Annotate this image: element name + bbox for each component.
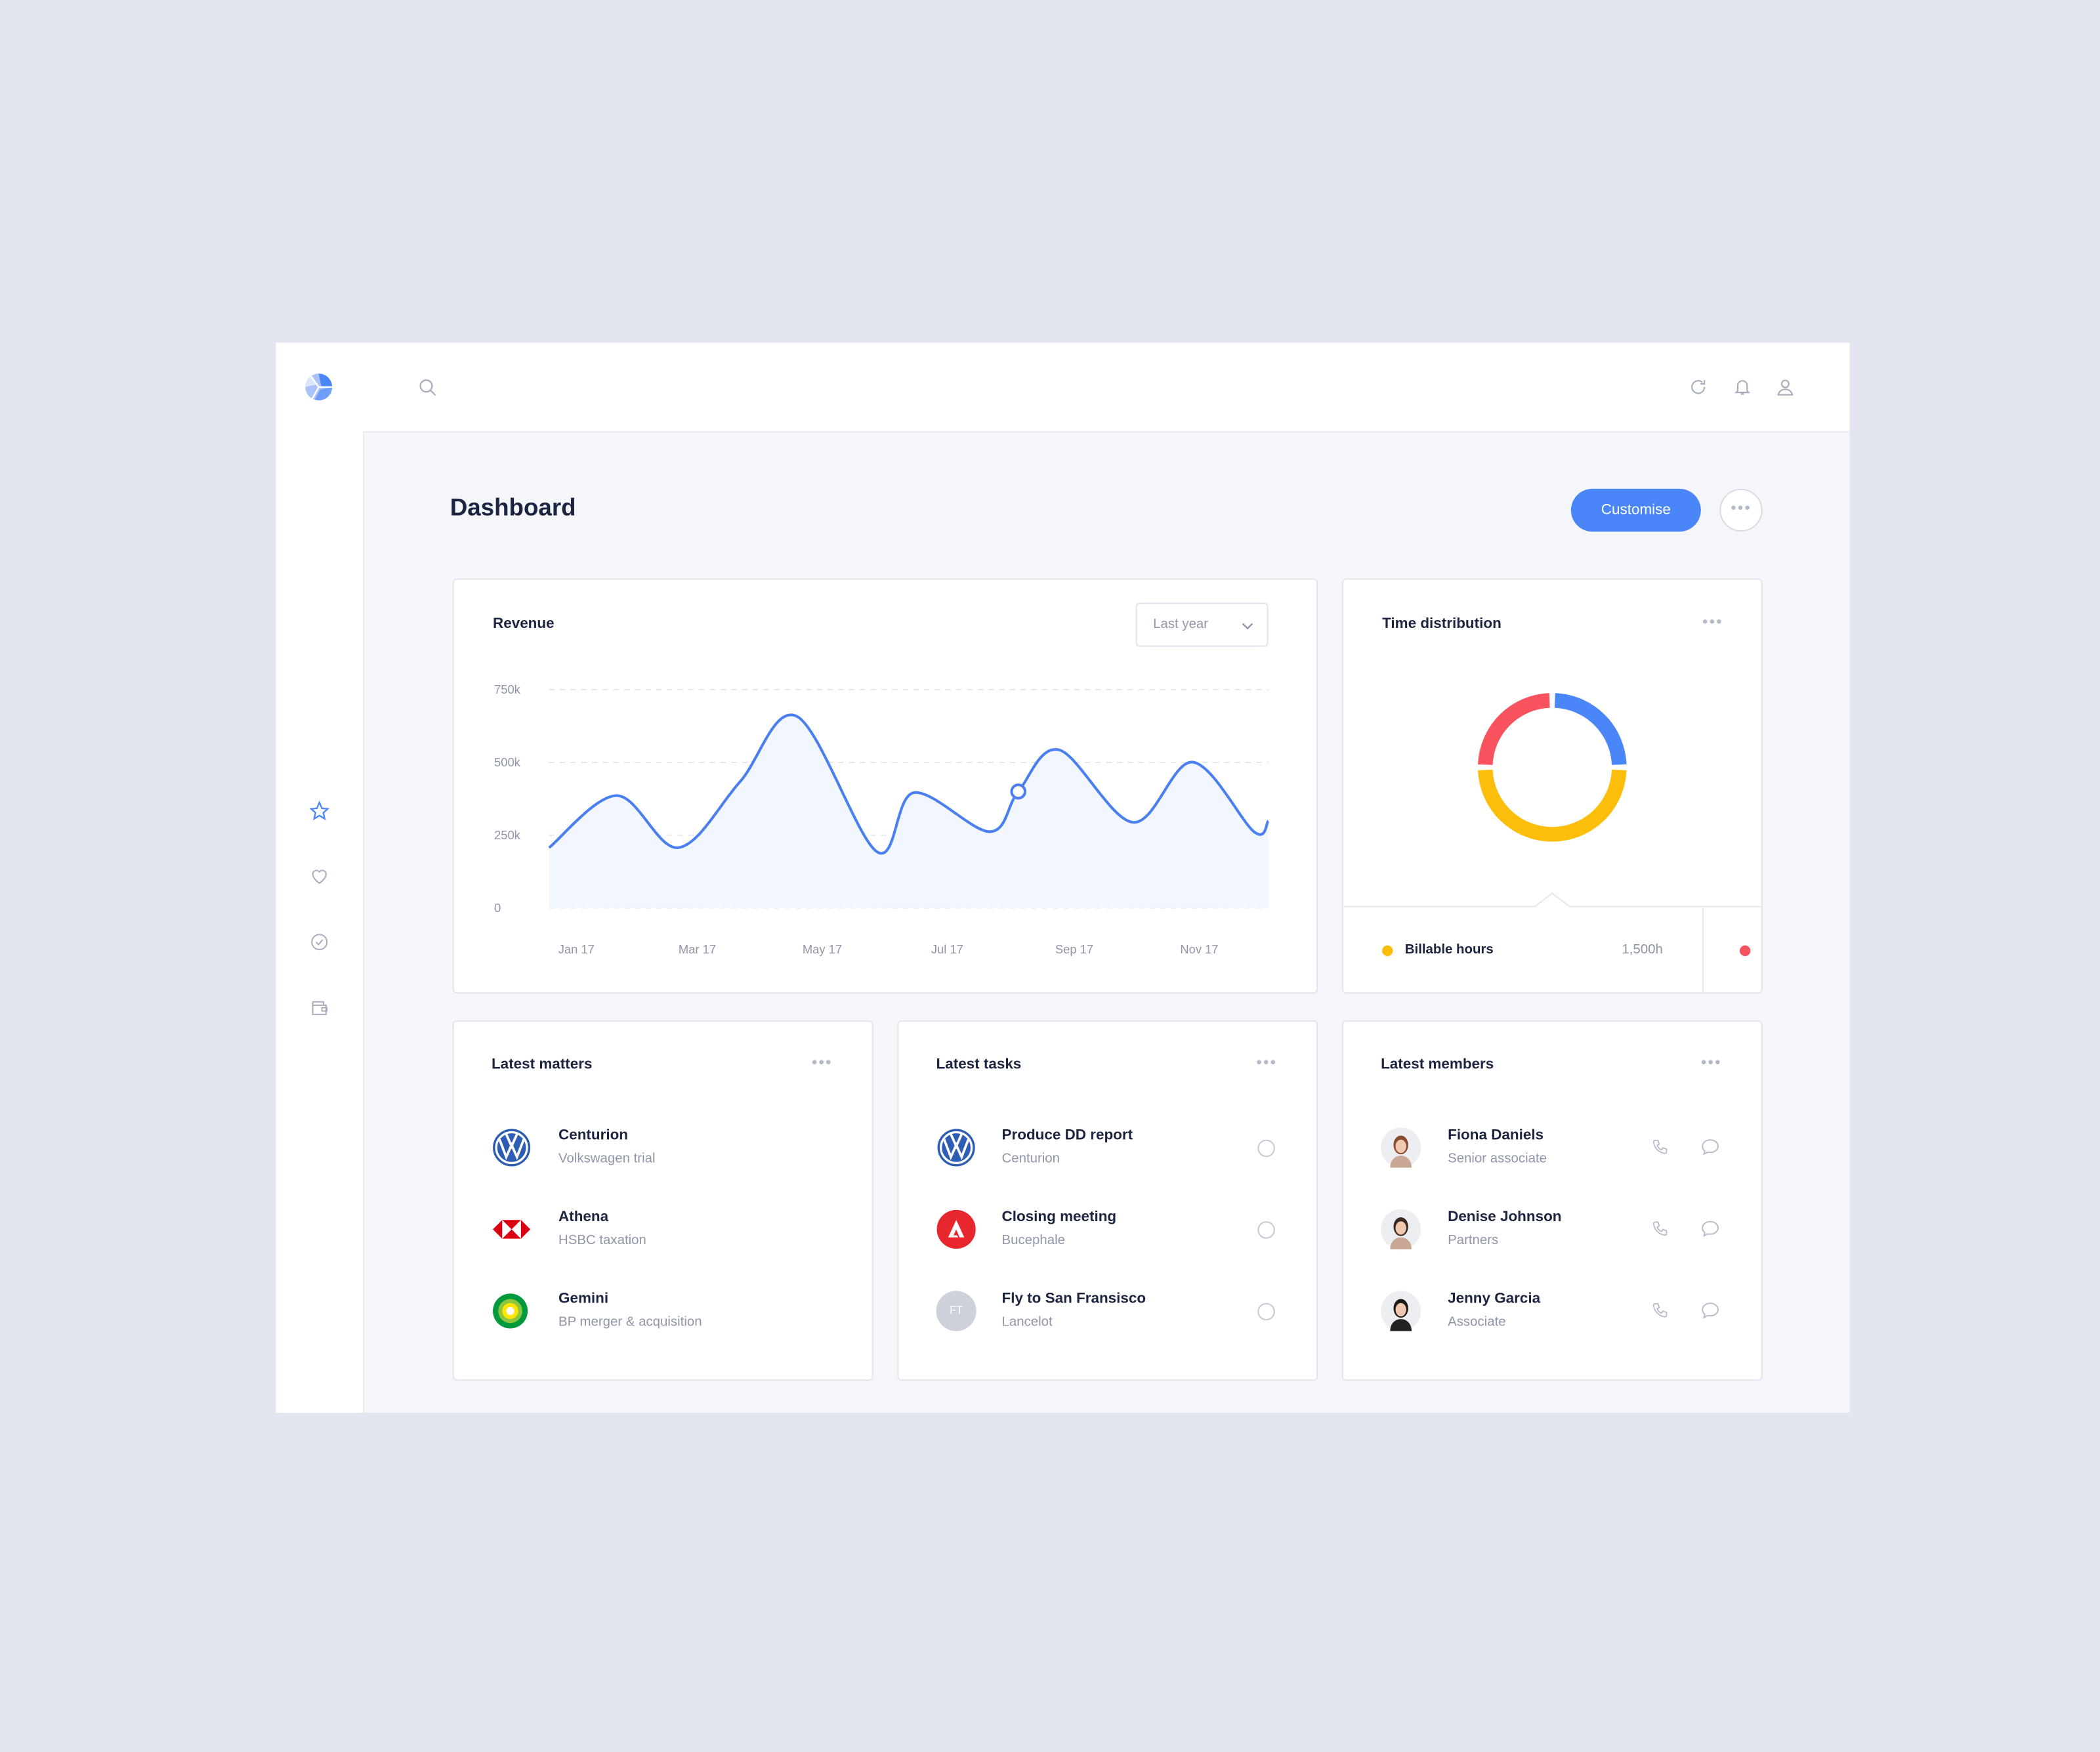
y-tick-label: 750k [494,682,521,696]
member-role: Partners [1448,1233,1499,1249]
avatar [1381,1127,1421,1168]
revenue-card: Revenue Last year 0 250k 500k 750k Jan 17 Mar… [452,578,1318,994]
task-checkbox[interactable] [1257,1139,1275,1158]
more-options-button[interactable]: ••• [1719,488,1763,532]
matter-sub: Volkswagen trial [558,1152,656,1167]
card-menu-icon[interactable]: ••• [812,1053,833,1072]
x-tick-label: Jan 17 [558,942,595,956]
x-tick-label: Nov 17 [1180,942,1218,956]
latest-members-card: Latest members ••• Fiona Daniels Senior … [1341,1020,1763,1381]
revenue-chart: 0 250k 500k 750k Jan 17 Mar 17 May 17 Jul 17 Sep… [494,682,1270,956]
donut-slice[interactable] [1478,769,1627,842]
x-tick-label: Mar 17 [679,942,716,956]
customise-button[interactable]: Customise [1570,488,1701,532]
latest-members-title: Latest members [1381,1056,1494,1073]
sidebar [276,343,365,1413]
app: Dashboard Customise ••• Revenue Last yea… [0,0,2100,1751]
bp-logo [493,1293,528,1329]
list-item[interactable]: Gemini BP merger & acquisition [454,1282,872,1341]
list-item[interactable]: Fiona Daniels Senior associate [1343,1118,1761,1177]
legend-dot-billable [1382,945,1393,957]
initials-avatar: FT [936,1291,976,1331]
card-menu-icon[interactable]: ••• [1256,1053,1277,1072]
x-tick-label: Sep 17 [1055,942,1093,956]
volkswagen-logo [937,1129,975,1167]
legend-label-billable: Billable hours [1404,942,1494,958]
phone-icon[interactable] [1651,1220,1669,1238]
list-item[interactable]: Produce DD report Centurion [898,1118,1316,1177]
task-sub: Centurion [1001,1152,1060,1167]
y-tick-label: 0 [494,901,501,915]
phone-icon[interactable] [1651,1138,1669,1156]
phone-icon[interactable] [1651,1302,1669,1320]
avatar [1381,1291,1421,1331]
search-icon[interactable] [418,378,438,398]
card-menu-icon[interactable]: ••• [1701,1053,1722,1072]
member-name: Fiona Daniels [1448,1127,1544,1144]
page-title: Dashboard [450,494,576,521]
latest-matters-title: Latest matters [491,1056,593,1073]
check-circle-icon[interactable] [309,932,329,952]
heart-icon[interactable] [309,866,329,886]
avatar [1381,1209,1421,1250]
donut-slice[interactable] [1554,693,1627,766]
list-item[interactable]: Centurion Volkswagen trial [454,1118,872,1177]
wallet-icon[interactable] [309,997,329,1018]
user-icon[interactable] [1776,378,1795,397]
hsbc-logo [493,1220,531,1239]
y-tick-label: 250k [494,828,521,842]
matter-sub: HSBC taxation [558,1233,646,1249]
task-sub: Bucephale [1001,1233,1065,1249]
legend-dot-next[interactable] [1739,945,1751,957]
member-role: Senior associate [1448,1152,1547,1167]
chat-icon[interactable] [1701,1220,1720,1238]
topbar [363,343,1850,433]
matter-name: Centurion [558,1127,629,1144]
time-distribution-card: Time distribution ••• Billable hours 1,5… [1341,578,1763,994]
revenue-area [549,715,1269,908]
refresh-icon[interactable] [1689,378,1708,397]
member-name: Jenny Garcia [1448,1291,1541,1307]
matter-name: Gemini [558,1291,609,1307]
bell-icon[interactable] [1733,378,1752,397]
chat-icon[interactable] [1701,1138,1720,1156]
y-tick-label: 500k [494,755,521,769]
task-checkbox[interactable] [1257,1221,1275,1239]
list-item[interactable]: Denise Johnson Partners [1343,1200,1761,1259]
x-tick-label: Jul 17 [931,942,963,956]
latest-matters-card: Latest matters ••• Centurion Volkswagen … [452,1020,873,1381]
member-name: Denise Johnson [1448,1209,1562,1226]
task-name: Produce DD report [1001,1127,1133,1144]
chat-icon[interactable] [1701,1302,1720,1320]
time-distribution-chart [1478,693,1627,842]
highlight-point [1010,783,1026,800]
legend-value-billable: 1,500h [1622,942,1663,958]
donut-slice[interactable] [1478,693,1550,766]
latest-tasks-title: Latest tasks [936,1056,1022,1073]
volkswagen-logo [493,1129,531,1167]
list-item[interactable]: Closing meeting Bucephale [898,1200,1316,1259]
list-item[interactable]: Athena HSBC taxation [454,1200,872,1259]
task-name: Closing meeting [1001,1209,1117,1226]
matter-sub: BP merger & acquisition [558,1315,702,1330]
matter-name: Athena [558,1209,609,1226]
legend-divider [1343,892,1761,907]
task-name: Fly to San Fransisco [1001,1291,1146,1307]
x-tick-label: May 17 [803,942,842,956]
task-checkbox[interactable] [1257,1303,1275,1321]
star-icon[interactable] [309,801,330,821]
ellipsis-icon: ••• [1731,498,1752,517]
list-item[interactable]: Jenny Garcia Associate [1343,1282,1761,1341]
latest-tasks-card: Latest tasks ••• Produce DD report Centu… [897,1020,1318,1381]
list-item[interactable]: FT Fly to San Fransisco Lancelot [898,1282,1316,1341]
logo[interactable] [304,372,333,402]
member-role: Associate [1448,1315,1506,1330]
legend-separator [1702,907,1704,993]
adobe-logo [936,1209,976,1249]
task-sub: Lancelot [1001,1315,1053,1330]
